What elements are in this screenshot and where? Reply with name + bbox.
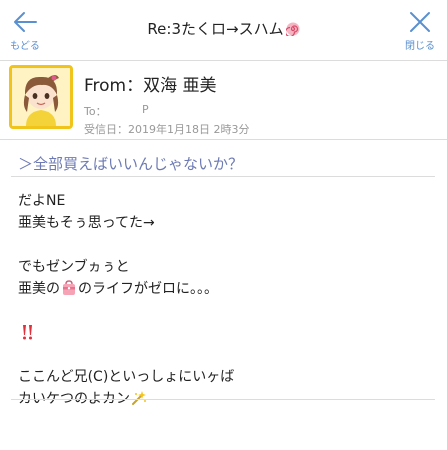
back-label: もどる bbox=[10, 41, 40, 52]
title-text: Re:3たくロ→スハム bbox=[147, 20, 284, 38]
double-exclamation-icon bbox=[19, 324, 35, 347]
sender-block: From：双海 亜美 To： P 受信日：2019年1月18日 2時3分 bbox=[0, 61, 447, 141]
close-x-icon bbox=[410, 12, 430, 32]
subject-line: ＞全部買えばいいんじゃないか？ bbox=[18, 155, 244, 173]
close-label: 閉じる bbox=[405, 41, 435, 52]
avatar bbox=[9, 65, 73, 129]
arrow-left-icon bbox=[14, 12, 37, 32]
received-date: 受信日：2019年1月18日 2時3分 bbox=[84, 123, 250, 136]
to-label: To： bbox=[84, 105, 107, 118]
body-text: のライフがゼロに。。。 bbox=[78, 281, 218, 297]
to-value: P bbox=[142, 103, 149, 116]
close-button[interactable]: 閉じる bbox=[395, 8, 445, 52]
body-line bbox=[18, 322, 428, 344]
bottom-divider bbox=[11, 399, 435, 400]
body-text: 亜美の bbox=[18, 281, 60, 297]
purse-emoji-icon bbox=[61, 280, 77, 303]
from-line: From：双海 亜美 bbox=[84, 76, 217, 96]
body-line: 亜美の のライフがゼロに。。。 bbox=[18, 278, 428, 300]
message-body: だよNE 亜美もそぅ思ってた→ でもゼンブヵぅと 亜美の のライフがゼロに。。。… bbox=[18, 190, 428, 410]
body-line: でもゼンブヵぅと bbox=[18, 259, 130, 275]
mail-title: Re:3たくロ→スハム bbox=[70, 18, 377, 40]
back-button[interactable]: もどる bbox=[0, 8, 50, 52]
body-line: 亜美もそぅ思ってた→ bbox=[18, 215, 155, 231]
mail-header: もどる Re:3たくロ→スハム 閉じる bbox=[0, 0, 447, 61]
subject-divider bbox=[11, 176, 435, 177]
to-line: To： P bbox=[84, 103, 149, 119]
body-line: だよNE bbox=[18, 193, 66, 209]
sparkle-emoji-icon bbox=[131, 390, 147, 413]
spiral-emoji-icon bbox=[284, 22, 300, 40]
divider bbox=[0, 139, 447, 140]
body-line: ここんど兄(C)といっしょにいヶば bbox=[18, 369, 235, 385]
